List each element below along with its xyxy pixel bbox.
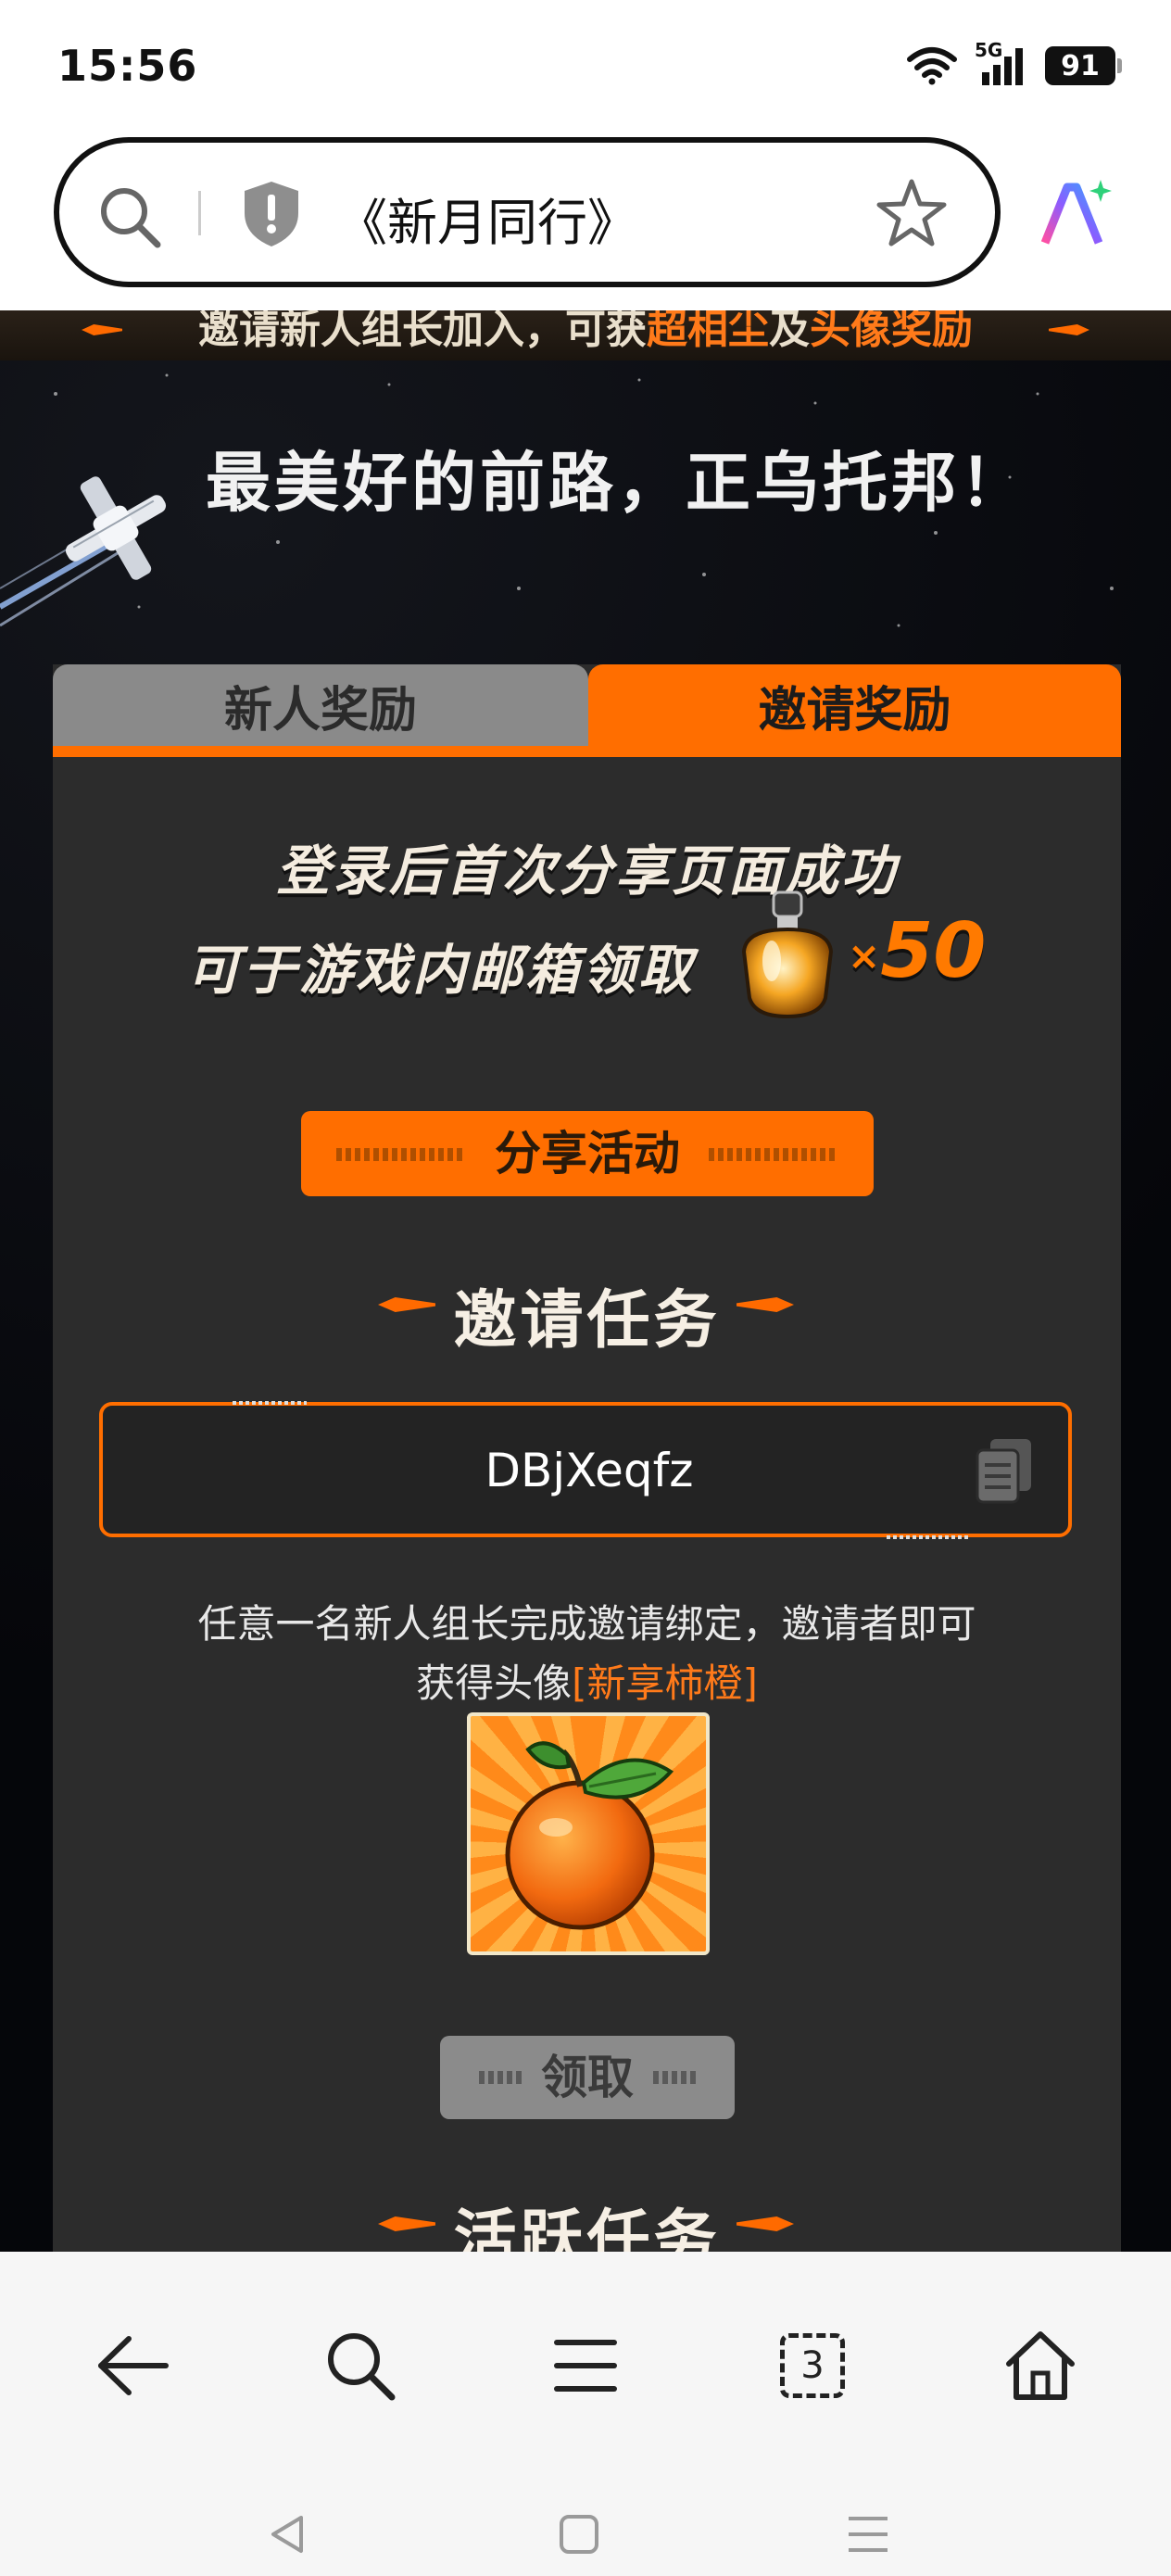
battery-level: 91 xyxy=(1061,49,1100,82)
tabs-icon: 3 xyxy=(780,2333,845,2398)
airplane-illustration xyxy=(0,476,167,627)
status-icons: 5G 91 xyxy=(906,39,1122,87)
times-symbol: × xyxy=(848,933,881,979)
battery-icon: 91 xyxy=(1045,46,1122,85)
banner-prefix: 邀请新人组长加入，可获 xyxy=(198,310,647,353)
system-back-button[interactable] xyxy=(256,2502,321,2567)
status-time: 15:56 xyxy=(57,41,198,91)
invite-description-line-2: 获得头像[新享柿橙] xyxy=(53,1652,1121,1709)
claim-button[interactable]: 领取 xyxy=(440,2036,735,2119)
share-reward-line-2: 可于游戏内邮箱领取 xyxy=(186,939,696,1002)
perfume-bottle-icon xyxy=(741,890,834,1019)
invite-code-box[interactable]: DBjXeqfz xyxy=(99,1401,1072,1539)
slogan: 最美好的前路，正乌托邦！ xyxy=(206,445,1028,521)
menu-button[interactable] xyxy=(535,2315,636,2417)
invite-description-line-1: 任意一名新人组长完成邀请绑定，邀请者即可 xyxy=(197,1601,976,1647)
search-icon xyxy=(328,2333,396,2401)
system-home-button[interactable] xyxy=(547,2502,611,2567)
share-button-deco-left xyxy=(336,1148,466,1161)
menu-icon xyxy=(554,2340,617,2392)
web-page: 邀请新人组长加入，可获超相尘及头像奖励 最美好的前路，正乌托邦！ 新人奖励 邀请… xyxy=(0,310,1171,2252)
page-title[interactable]: 《新月同行》 xyxy=(337,182,637,255)
system-recents-button[interactable] xyxy=(836,2502,900,2567)
tab-invite-reward[interactable]: 邀请奖励 xyxy=(588,664,1121,751)
address-divider xyxy=(198,191,201,235)
banner-highlight-2: 头像奖励 xyxy=(810,310,973,353)
shield-warning-icon[interactable] xyxy=(241,180,302,248)
share-button-deco-right xyxy=(709,1148,838,1161)
tab-bar: 新人奖励 邀请奖励 xyxy=(53,664,1121,757)
banner-middle: 及 xyxy=(769,310,810,353)
wifi-icon xyxy=(907,47,957,85)
recents-lines-icon xyxy=(849,2517,888,2552)
avatar-reward-name: [新享柿橙] xyxy=(572,1661,758,1706)
share-reward-line-1: 登录后首次分享页面成功 xyxy=(275,840,898,903)
address-bar[interactable]: 《新月同行》 xyxy=(54,137,1001,287)
ai-assistant-icon[interactable] xyxy=(1039,178,1114,250)
search-icon[interactable] xyxy=(96,183,165,252)
browser-bottom-nav: 3 xyxy=(0,2252,1171,2576)
invite-task-title: 邀请任务 xyxy=(453,1284,721,1357)
code-box-dash-top xyxy=(233,1401,307,1405)
share-activity-button[interactable]: 分享活动 xyxy=(301,1111,874,1196)
back-button[interactable] xyxy=(82,2315,183,2417)
avatar-reward-image xyxy=(467,1712,710,1955)
orange-fruit-icon xyxy=(505,1741,674,1930)
star-icon[interactable] xyxy=(876,178,947,248)
invite-code[interactable]: DBjXeqfz xyxy=(103,1406,1076,1535)
reward-panel: 新人奖励 邀请奖励 登录后首次分享页面成功 可于游戏内邮箱领取 ×50 分享活动 xyxy=(53,664,1121,2252)
tab-count: 3 xyxy=(800,2344,825,2387)
home-button[interactable] xyxy=(989,2315,1091,2417)
banner-strip: 邀请新人组长加入，可获超相尘及头像奖励 xyxy=(0,310,1171,360)
back-triangle-icon xyxy=(271,2516,303,2553)
claim-button-deco-left xyxy=(479,2071,522,2084)
invite-description-prefix: 获得头像 xyxy=(416,1661,573,1706)
tabs-button[interactable]: 3 xyxy=(762,2315,863,2417)
banner-text: 邀请新人组长加入，可获超相尘及头像奖励 xyxy=(0,310,1171,350)
claim-button-deco-right xyxy=(653,2071,696,2084)
copy-icon[interactable] xyxy=(974,1437,1035,1506)
cellular-signal-icon: 5G xyxy=(975,39,1028,87)
home-square-icon xyxy=(560,2515,598,2554)
tab-underline xyxy=(53,746,1121,757)
reward-count: ×50 xyxy=(848,907,986,995)
search-button[interactable] xyxy=(309,2315,411,2417)
active-task-title: 活跃任务 xyxy=(453,2203,721,2252)
claim-button-label: 领取 xyxy=(541,2051,634,2104)
tab-newcomer-reward[interactable]: 新人奖励 xyxy=(53,664,588,751)
banner-highlight-1: 超相尘 xyxy=(647,310,769,353)
share-button-label: 分享活动 xyxy=(495,1127,680,1181)
back-arrow-icon xyxy=(98,2336,169,2395)
home-icon xyxy=(1006,2331,1075,2400)
reward-count-value: 50 xyxy=(880,907,987,995)
status-bar: 15:56 5G 91 xyxy=(0,0,1171,139)
browser-toolbar: 《新月同行》 xyxy=(0,120,1171,310)
code-box-dash-bottom xyxy=(887,1535,970,1539)
